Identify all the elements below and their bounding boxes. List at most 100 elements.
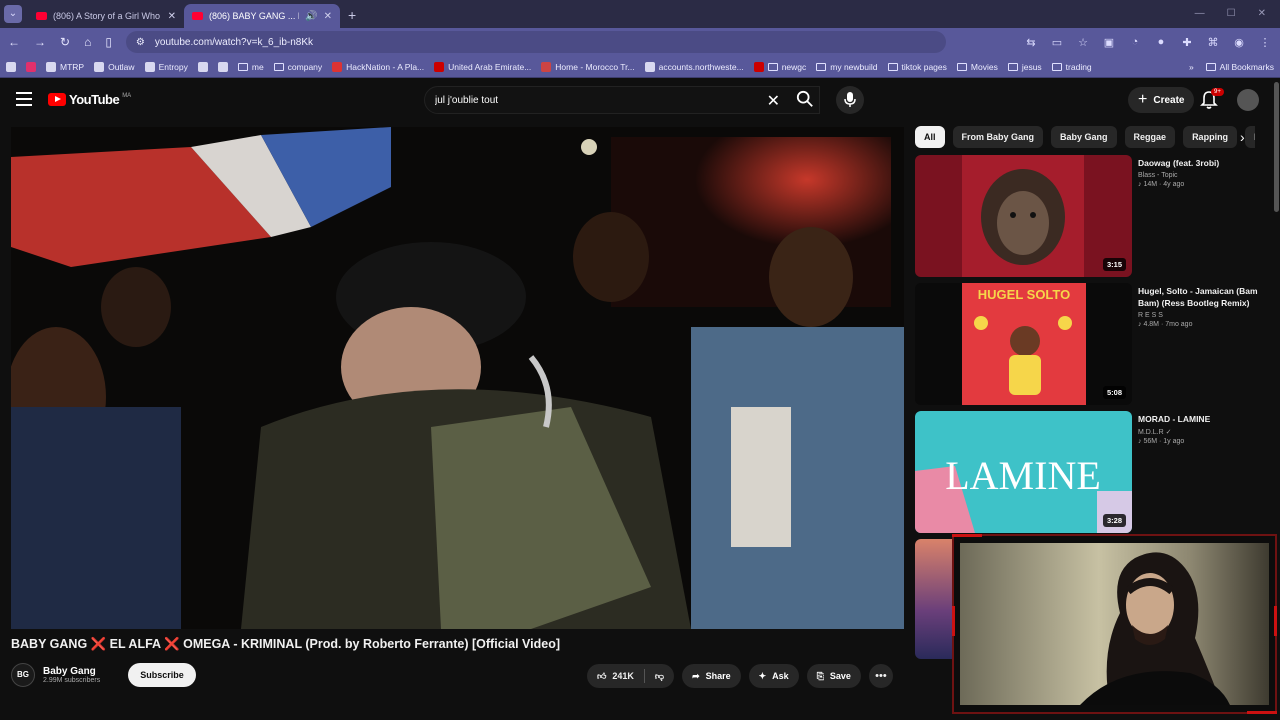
url-field[interactable]: ⚙ youtube.com/watch?v=k_6_ib-n8Kk <box>125 31 946 53</box>
translate-icon[interactable]: ⇆ <box>1024 36 1038 49</box>
tiktok-icon <box>6 61 16 72</box>
account-avatar[interactable] <box>1237 89 1259 111</box>
extension-icon[interactable]: ◔ <box>1128 36 1142 49</box>
youtube-logo[interactable]: YouTube MA <box>48 92 131 107</box>
subscribe-button[interactable]: Subscribe <box>128 663 196 687</box>
browser-tab-2[interactable]: (806) BABY GANG ... EL A 🔊 ✕ <box>184 4 340 28</box>
cast-icon[interactable]: ▭ <box>1050 36 1064 49</box>
video-thumbnail[interactable]: 3:15 <box>915 155 1132 277</box>
recommendation-channel[interactable]: Blass - Topic <box>1138 172 1263 179</box>
new-tab-button[interactable]: + <box>348 7 356 23</box>
chevron-right-icon[interactable]: › <box>1240 129 1245 145</box>
frame-accent <box>952 534 982 537</box>
recommendation-stats: ♪ 56M · 1y ago <box>1138 438 1185 445</box>
profile-avatar-icon[interactable]: ◉ <box>1232 36 1246 49</box>
puzzle-icon[interactable]: ✚ <box>1180 36 1194 49</box>
extension-icon[interactable]: ⌘ <box>1206 36 1220 49</box>
like-button[interactable]: 👍︎ 241K <box>587 671 644 682</box>
clear-search-icon[interactable]: ✕ <box>767 91 780 111</box>
bookmark-item[interactable] <box>197 61 208 72</box>
tab-search-menu[interactable]: ⌄ <box>4 5 22 23</box>
search-input[interactable] <box>424 86 820 114</box>
bookmark-folder[interactable]: newgc <box>753 61 806 72</box>
star-icon[interactable]: ☆ <box>1076 36 1090 49</box>
recommendation-title[interactable]: Daowag (feat. 3robi) <box>1138 157 1263 169</box>
video-thumbnail[interactable]: LAMINE 3:28 <box>915 411 1132 533</box>
bookmark-folder[interactable]: jesus <box>1007 62 1042 72</box>
forward-icon[interactable]: → <box>34 35 46 49</box>
maximize-icon[interactable]: ☐ <box>1227 8 1236 19</box>
bookmark-tiktok[interactable] <box>6 61 16 72</box>
bookmark-folder[interactable]: Movies <box>956 62 998 72</box>
bookmark-folder[interactable]: my newbuild <box>816 62 878 72</box>
bookmark-item[interactable]: Entropy <box>144 61 188 72</box>
bookmark-favicon-icon <box>217 61 228 72</box>
browser-tab-1[interactable]: (806) A Story of a Girl Who Ca... ✕ <box>28 4 184 28</box>
save-button[interactable]: ⎘ Save <box>806 664 861 688</box>
video-thumbnail[interactable]: HUGEL SOLTO 5:08 <box>915 283 1132 405</box>
recommendation-channel[interactable]: M.D.L.R ✓ <box>1138 428 1263 436</box>
all-bookmarks-folder[interactable]: All Bookmarks <box>1205 62 1274 72</box>
recommendation-stats: ♪ 14M · 4y ago <box>1138 181 1185 188</box>
close-tab-icon[interactable]: ✕ <box>168 11 176 22</box>
extension-icon[interactable]: ● <box>1154 36 1168 49</box>
bookmark-instagram[interactable] <box>26 61 36 72</box>
back-icon[interactable]: ← <box>8 35 20 49</box>
bookmark-item[interactable]: accounts.northweste... <box>644 61 744 72</box>
recommendation-channel[interactable]: R E S S <box>1138 312 1263 319</box>
extension-icon[interactable]: ▣ <box>1102 36 1116 49</box>
home-icon[interactable]: ⌂ <box>84 35 91 49</box>
chip-reggae[interactable]: Reggae <box>1124 126 1176 148</box>
video-player[interactable] <box>11 127 904 629</box>
channel-name[interactable]: Baby Gang <box>43 666 100 677</box>
side-panel-icon[interactable]: ▯ <box>105 35 112 49</box>
close-tab-icon[interactable]: ✕ <box>324 11 332 22</box>
bookmark-item[interactable]: HackNation - A Pla... <box>332 61 424 72</box>
chip-rapping[interactable]: Rapping <box>1183 126 1238 148</box>
bookmark-item[interactable]: Outlaw <box>94 61 135 72</box>
save-label: Save <box>829 671 851 681</box>
kebab-menu-icon[interactable]: ⋮ <box>1258 36 1272 49</box>
tab-title: (806) BABY GANG ... EL A <box>209 11 299 21</box>
bookmark-item[interactable]: United Arab Emirate... <box>434 61 531 72</box>
more-actions-icon[interactable]: ••• <box>868 664 893 688</box>
recommendation-item[interactable]: LAMINE 3:28 MORAD - LAMINE M.D.L.R ✓ ♪ 5… <box>915 411 1265 533</box>
site-info-icon[interactable]: ⚙ <box>136 37 145 48</box>
close-window-icon[interactable]: ✕ <box>1258 8 1266 19</box>
browser-tab-bar: ⌄ (806) A Story of a Girl Who Ca... ✕ (8… <box>0 0 1280 28</box>
url-text: youtube.com/watch?v=k_6_ib-n8Kk <box>154 36 314 48</box>
bookmark-folder[interactable]: trading <box>1051 62 1092 72</box>
reload-icon[interactable]: ↻ <box>60 35 70 49</box>
bookmark-folder[interactable]: tiktok pages <box>887 62 947 72</box>
recommendation-item[interactable]: HUGEL SOLTO 5:08 Hugel, Solto - Jamaican… <box>915 283 1265 405</box>
bookmark-item[interactable]: Home - Morocco Tr... <box>541 61 635 72</box>
notification-badge: 9+ <box>1211 88 1224 96</box>
channel-avatar[interactable]: BG <box>11 663 35 687</box>
chip-all[interactable]: All <box>915 126 945 148</box>
youtube-play-icon <box>48 93 66 106</box>
voice-search-button[interactable] <box>836 86 864 114</box>
bookmark-item[interactable] <box>217 61 228 72</box>
folder-icon <box>956 62 967 71</box>
share-button[interactable]: ➦ Share <box>682 664 741 688</box>
lamine-artwork: LAMINE <box>915 453 1132 533</box>
bookmark-item[interactable]: MTRP <box>46 61 84 72</box>
page-scrollbar[interactable] <box>1274 82 1279 212</box>
ask-button[interactable]: ✦ Ask <box>748 664 799 688</box>
search-icon[interactable] <box>796 90 814 108</box>
recommendation-title[interactable]: MORAD - LAMINE <box>1138 413 1263 425</box>
recommendation-title[interactable]: Hugel, Solto - Jamaican (Bam Bam) (Ress … <box>1138 285 1263 309</box>
chip-from-baby-gang[interactable]: From Baby Gang <box>952 126 1044 148</box>
dislike-button[interactable]: 👎︎ <box>645 671 674 682</box>
create-button[interactable]: + Create <box>1128 87 1195 113</box>
audio-icon[interactable]: 🔊 <box>305 11 317 22</box>
bookmark-folder[interactable]: me <box>237 62 264 72</box>
more-bookmarks-icon[interactable]: » <box>1189 62 1194 72</box>
chip-baby-gang[interactable]: Baby Gang <box>1051 126 1117 148</box>
minimize-icon[interactable]: — <box>1195 8 1205 19</box>
chip-more[interactable]: R <box>1245 126 1255 148</box>
recommendation-stats: ♪ 4.8M · 7mo ago <box>1138 321 1193 328</box>
menu-icon[interactable] <box>16 92 32 106</box>
recommendation-item[interactable]: 3:15 Daowag (feat. 3robi) Blass - Topic … <box>915 155 1265 277</box>
bookmark-folder[interactable]: company <box>273 62 322 72</box>
